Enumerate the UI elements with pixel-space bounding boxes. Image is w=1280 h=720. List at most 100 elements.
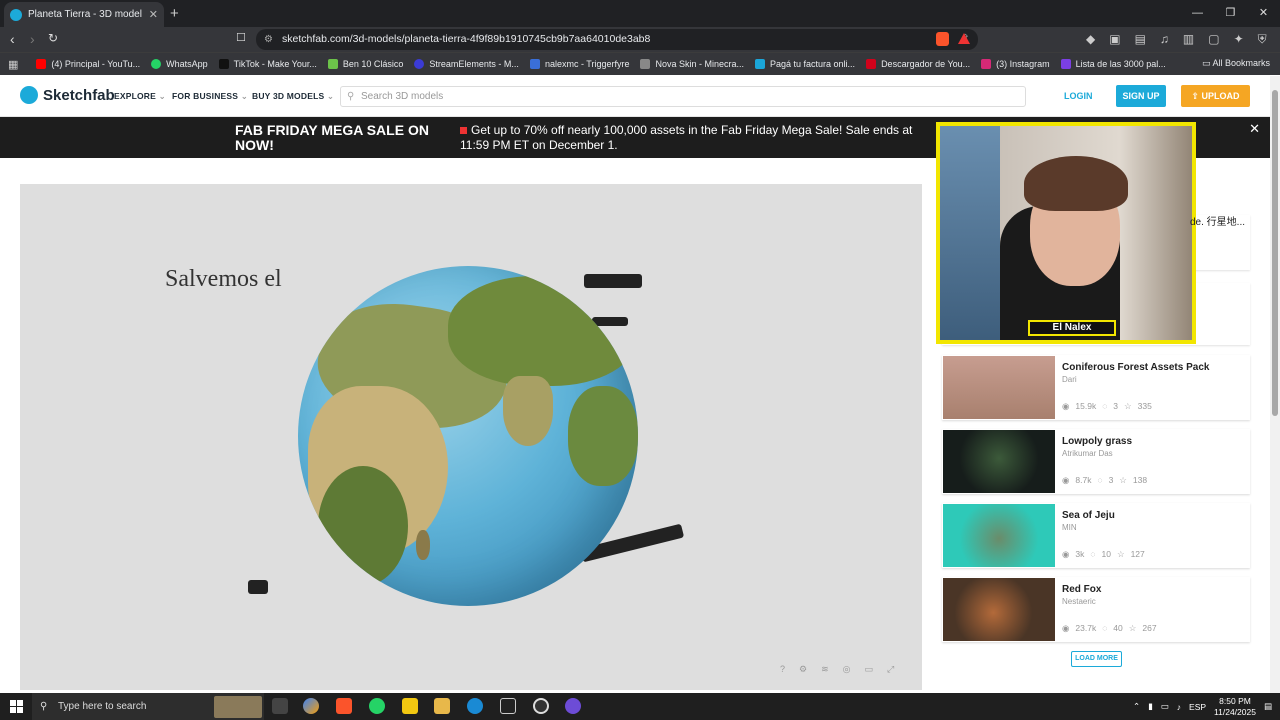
extension-icon[interactable]: ◆	[1086, 32, 1095, 47]
scrollbar-thumb[interactable]	[1272, 90, 1278, 416]
apps-grid-icon[interactable]: ▦	[8, 58, 18, 71]
bookmark-item[interactable]: TikTok - Make Your...	[218, 59, 317, 69]
model-thumbnail[interactable]	[943, 578, 1055, 641]
like-star-icon[interactable]: ☆	[1117, 549, 1125, 560]
capcut-icon[interactable]	[500, 698, 516, 714]
settings-icon[interactable]: ⚙	[799, 664, 807, 675]
model-stats: ◉ 23.7k ◌ 40 ☆ 267	[1062, 623, 1157, 634]
bookmark-item[interactable]: Pagá tu factura onli...	[755, 59, 855, 69]
bookmark-item[interactable]: nalexmc - Triggerfyre	[529, 59, 629, 69]
sidebar-icon[interactable]: ▥	[1183, 32, 1194, 47]
load-more-button[interactable]: LOAD MORE	[1071, 651, 1122, 667]
model-thumbnail[interactable]	[943, 430, 1055, 493]
brave-shields-icon[interactable]	[936, 32, 949, 46]
views-count: 8.7k	[1075, 475, 1092, 485]
clock[interactable]: 8:50 PM 11/24/2025	[1214, 696, 1256, 718]
whatsapp-icon[interactable]	[369, 698, 385, 714]
page-scrollbar[interactable]	[1270, 76, 1280, 693]
reload-icon[interactable]: ↻	[48, 31, 58, 45]
copilot-icon[interactable]	[303, 698, 319, 714]
tray-chevron-icon[interactable]: ⌃	[1133, 701, 1140, 712]
brave-icon[interactable]	[336, 698, 352, 714]
bookmark-item[interactable]: Descargador de You...	[866, 59, 970, 69]
model-author[interactable]: Nestaeric	[1062, 597, 1096, 606]
model-card[interactable]: Lowpoly grass Atrikumar Das ◉ 8.7k ◌ 3 ☆ 13…	[942, 429, 1250, 494]
signup-button[interactable]: SIGN UP	[1116, 85, 1166, 107]
model-thumbnail[interactable]	[943, 504, 1055, 567]
model-card[interactable]: Red Fox Nestaeric ◉ 23.7k ◌ 40 ☆ 267	[942, 577, 1250, 642]
webcam-overlay: El Nalex	[936, 122, 1196, 344]
model-viewer[interactable]: Salvemos el ? ⚙ ≋ ◎ ▭ ⤢	[20, 184, 922, 690]
browser-tab[interactable]: Planeta Tierra - 3D model by ma ✕	[4, 2, 164, 27]
back-icon[interactable]: ‹	[10, 31, 15, 47]
new-tab-button[interactable]: +	[170, 5, 179, 22]
search-input[interactable]: ⚲ Search 3D models	[340, 86, 1026, 107]
like-star-icon[interactable]: ☆	[1129, 623, 1137, 634]
discord-icon[interactable]	[565, 698, 581, 714]
layers-icon[interactable]: ≋	[821, 664, 829, 675]
task-view-icon[interactable]	[272, 698, 288, 714]
nav-buy-3d-models[interactable]: BUY 3D MODELS ⌄	[252, 91, 334, 102]
language-indicator[interactable]: ESP	[1189, 702, 1206, 712]
model-name[interactable]: Lowpoly grass	[1062, 436, 1132, 447]
help-icon[interactable]: ?	[780, 664, 785, 675]
leo-icon[interactable]: ✦	[1234, 32, 1244, 47]
extension-box-icon[interactable]: ▤	[1135, 32, 1146, 47]
restore-icon[interactable]: ❐	[1214, 0, 1247, 27]
bookmark-label: (4) Principal - YouTu...	[51, 59, 141, 69]
sketchfab-logo[interactable]: Sketchfab	[20, 86, 115, 104]
volume-icon[interactable]: ♪	[1177, 702, 1181, 712]
wallet-icon[interactable]: ▢	[1208, 32, 1219, 47]
minimize-icon[interactable]: —	[1181, 0, 1214, 27]
notifications-icon[interactable]: ▤	[1264, 701, 1272, 712]
model-card[interactable]: Sea of Jeju MIN ◉ 3k ◌ 10 ☆ 127	[942, 503, 1250, 568]
music-icon[interactable]: ♫	[1160, 32, 1169, 47]
microphone-icon[interactable]: ▮	[1148, 701, 1153, 712]
model-stats: ◉ 8.7k ◌ 3 ☆ 138	[1062, 475, 1147, 486]
sale-icon	[460, 127, 467, 134]
model-card[interactable]: Coniferous Forest Assets Pack Dari ◉ 15.9…	[942, 355, 1250, 420]
upload-button[interactable]: ⇪ UPLOAD	[1181, 85, 1250, 107]
model-thumbnail[interactable]	[943, 356, 1055, 419]
bookmark-item[interactable]: (4) Principal - YouTu...	[36, 59, 140, 69]
model-author[interactable]: Dari	[1062, 375, 1077, 384]
network-icon[interactable]: ▭	[1161, 701, 1169, 712]
notes-icon[interactable]	[402, 698, 418, 714]
edge-icon[interactable]	[467, 698, 483, 714]
bookmark-page-icon[interactable]: ☐	[236, 31, 246, 44]
bookmark-item[interactable]: StreamElements - M...	[414, 59, 519, 69]
forward-icon[interactable]: ›	[30, 31, 35, 47]
bookmark-item[interactable]: (3) Instagram	[981, 59, 1050, 69]
window-close-icon[interactable]: ✕	[1247, 0, 1280, 27]
file-explorer-icon[interactable]	[434, 698, 450, 714]
all-bookmarks-button[interactable]: ▭ All Bookmarks	[1202, 58, 1270, 69]
like-star-icon[interactable]: ☆	[1124, 401, 1132, 412]
vr-icon[interactable]: ◎	[843, 664, 851, 675]
bookmark-item[interactable]: Lista de las 3000 pal...	[1060, 59, 1166, 69]
ar-icon[interactable]: ▭	[865, 664, 874, 675]
tab-close-icon[interactable]: ✕	[149, 8, 158, 21]
extension-puzzle-icon[interactable]: ▣	[1109, 32, 1120, 47]
bookmark-item[interactable]: WhatsApp	[151, 59, 208, 69]
fullscreen-icon[interactable]: ⤢	[887, 664, 894, 675]
login-link[interactable]: LOGIN	[1064, 91, 1093, 101]
nav-explore[interactable]: EXPLORE ⌄	[114, 91, 166, 102]
model-name[interactable]: Red Fox	[1062, 584, 1101, 595]
site-info-icon[interactable]: ⚙	[264, 29, 273, 50]
bookmark-item[interactable]: Nova Skin - Minecra...	[640, 59, 744, 69]
streamer-name-label: El Nalex	[1028, 320, 1116, 336]
model-name[interactable]: Coniferous Forest Assets Pack	[1062, 362, 1209, 373]
model-author[interactable]: MIN	[1062, 523, 1077, 532]
like-star-icon[interactable]: ☆	[1119, 475, 1127, 486]
url-field[interactable]: ⚙ sketchfab.com/3d-models/planeta-tierra…	[256, 29, 978, 50]
brave-rewards-icon[interactable]	[958, 33, 970, 44]
bookmark-item[interactable]: Ben 10 Clásico	[327, 59, 403, 69]
model-name[interactable]: Sea of Jeju	[1062, 510, 1115, 521]
model-author[interactable]: Atrikumar Das	[1062, 449, 1113, 458]
obs-icon[interactable]	[533, 698, 549, 714]
vpn-icon[interactable]: ⛨	[1258, 32, 1267, 47]
windows-start-icon[interactable]	[10, 700, 23, 713]
banner-close-icon[interactable]: ✕	[1249, 121, 1260, 137]
taskbar-search[interactable]: ⚲ Type here to search	[32, 693, 264, 720]
nav-for-business[interactable]: FOR BUSINESS ⌄	[172, 91, 248, 102]
